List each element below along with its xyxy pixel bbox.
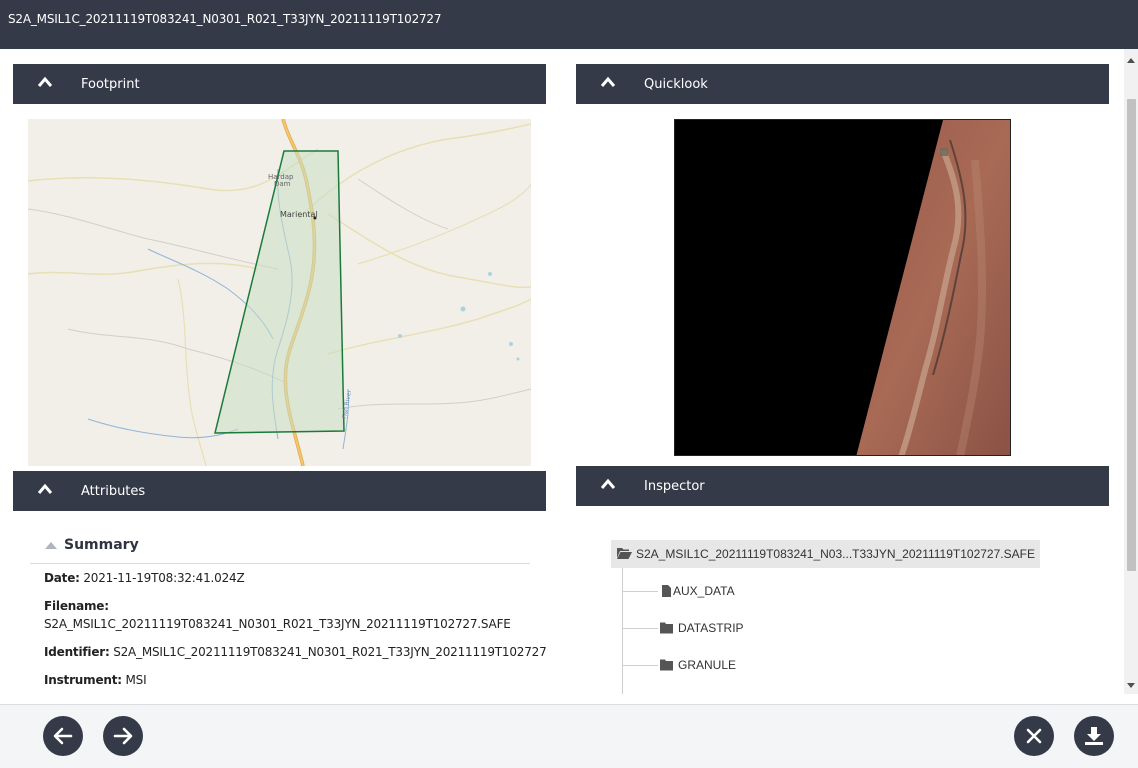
- attr-filename-label: Filename:: [44, 599, 109, 613]
- vertical-scrollbar[interactable]: [1124, 49, 1138, 694]
- scrollbar-thumb[interactable]: [1127, 99, 1136, 571]
- tree-item-label: AUX_DATA: [673, 584, 735, 598]
- folder-icon: [660, 622, 673, 634]
- next-button[interactable]: [103, 716, 143, 756]
- close-icon: [1026, 728, 1042, 744]
- tree-item-label: GRANULE: [678, 658, 737, 672]
- chevron-up-icon[interactable]: [38, 76, 52, 88]
- attr-filename-value-row: S2A_MSIL1C_20211119T083241_N0301_R021_T3…: [44, 617, 511, 631]
- inspector-panel-header[interactable]: Inspector: [576, 466, 1109, 506]
- forward-arrow-icon: [113, 727, 133, 745]
- title-bar: S2A_MSIL1C_20211119T083241_N0301_R021_T3…: [0, 0, 1138, 49]
- quicklook-canvas: [675, 120, 1010, 455]
- inspector-panel-title: Inspector: [644, 479, 705, 494]
- tree-root-node[interactable]: S2A_MSIL1C_20211119T083241_N03...T33JYN_…: [611, 540, 1040, 568]
- chevron-up-icon[interactable]: [44, 540, 58, 550]
- tree-item-datastrip[interactable]: DATASTRIP: [622, 618, 822, 638]
- quicklook-panel-title: Quicklook: [644, 77, 708, 92]
- map-label-mariental: Mariental: [280, 210, 318, 219]
- footprint-panel-header[interactable]: Footprint: [13, 64, 546, 104]
- tree-item-aux-data[interactable]: AUX_DATA: [622, 581, 822, 601]
- chevron-up-icon[interactable]: [601, 478, 615, 490]
- file-icon: [662, 585, 671, 597]
- attr-instrument-value: MSI: [125, 673, 147, 687]
- close-button[interactable]: [1014, 716, 1054, 756]
- inspector-tree: S2A_MSIL1C_20211119T083241_N03...T33JYN_…: [576, 506, 1126, 696]
- quicklook-image: [674, 119, 1011, 456]
- app-root: S2A_MSIL1C_20211119T083241_N0301_R021_T3…: [0, 0, 1138, 768]
- attr-date-value: 2021-11-19T08:32:41.024Z: [83, 571, 245, 585]
- attr-date-label: Date:: [44, 571, 80, 585]
- footprint-map[interactable]: Hardap Dam Mariental Fish River: [28, 119, 531, 466]
- back-arrow-icon: [53, 727, 73, 745]
- map-canvas: Hardap Dam Mariental Fish River: [28, 119, 531, 466]
- folder-icon: [660, 659, 673, 671]
- previous-button[interactable]: [43, 716, 83, 756]
- scroll-up-arrow-icon[interactable]: [1127, 58, 1135, 63]
- attr-instrument: Instrument: MSI: [44, 673, 147, 687]
- attributes-panel-title: Attributes: [81, 484, 146, 499]
- summary-heading: Summary: [64, 537, 139, 553]
- attr-instrument-label: Instrument:: [44, 673, 122, 687]
- attr-identifier: Identifier: S2A_MSIL1C_20211119T083241_N…: [44, 645, 546, 659]
- attr-date: Date: 2021-11-19T08:32:41.024Z: [44, 571, 245, 585]
- attributes-content: Summary Date: 2021-11-19T08:32:41.024Z F…: [13, 511, 546, 704]
- attr-identifier-value: S2A_MSIL1C_20211119T083241_N0301_R021_T3…: [113, 645, 546, 659]
- tree-item-label: DATASTRIP: [678, 621, 744, 635]
- quicklook-panel-header[interactable]: Quicklook: [576, 64, 1109, 104]
- footer-bar: [0, 704, 1138, 768]
- attr-filename-value: S2A_MSIL1C_20211119T083241_N0301_R021_T3…: [44, 617, 511, 631]
- summary-section-header[interactable]: Summary: [30, 535, 530, 564]
- download-button[interactable]: [1074, 716, 1114, 756]
- footprint-panel-title: Footprint: [81, 77, 140, 92]
- download-icon: [1085, 727, 1103, 745]
- product-title: S2A_MSIL1C_20211119T083241_N0301_R021_T3…: [8, 12, 442, 26]
- map-label-dam: Dam: [274, 180, 291, 188]
- attr-identifier-label: Identifier:: [44, 645, 110, 659]
- folder-open-icon: [617, 548, 632, 559]
- tree-root-label: S2A_MSIL1C_20211119T083241_N03...T33JYN_…: [636, 547, 1035, 561]
- chevron-up-icon[interactable]: [38, 483, 52, 495]
- tree-item-granule[interactable]: GRANULE: [622, 655, 822, 675]
- scroll-down-arrow-icon[interactable]: [1127, 683, 1135, 688]
- attr-filename-label-row: Filename:: [44, 599, 109, 613]
- chevron-up-icon[interactable]: [601, 76, 615, 88]
- attributes-panel-header[interactable]: Attributes: [13, 471, 546, 511]
